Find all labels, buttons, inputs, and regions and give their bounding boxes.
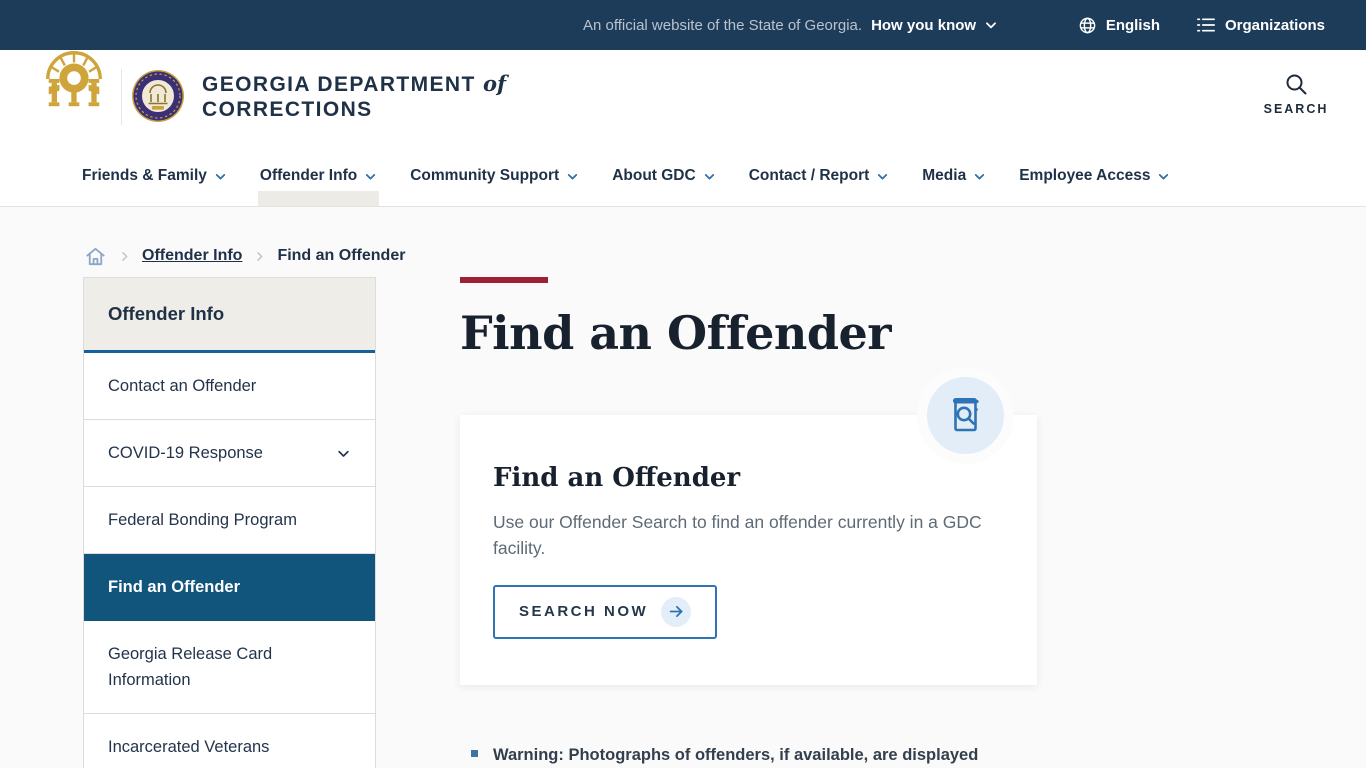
search-icon — [1284, 72, 1308, 96]
arch-logo-icon — [46, 51, 102, 107]
sidebar-item-contact-an-offender[interactable]: Contact an Offender — [84, 353, 375, 420]
nav-label: Media — [922, 167, 967, 184]
card-description: Use our Offender Search to find an offen… — [493, 511, 982, 558]
breadcrumb-separator-icon — [118, 250, 131, 263]
how-you-know-button[interactable]: How you know — [871, 17, 998, 34]
list-bullet — [471, 749, 478, 757]
main-navigation: Friends & Family Offender Info Community… — [0, 146, 1366, 207]
language-selector[interactable]: English — [1078, 16, 1160, 35]
chevron-down-icon — [1157, 170, 1170, 183]
page-title: Find an Offender — [460, 306, 892, 360]
sidebar-item-incarcerated-veterans[interactable]: Incarcerated Veterans — [84, 714, 375, 768]
warning-text: Warning: Photographs of offenders, if av… — [493, 745, 979, 764]
document-search-icon — [927, 376, 1004, 454]
nav-label: Employee Access — [1019, 167, 1151, 184]
nav-contact-report[interactable]: Contact / Report — [749, 146, 890, 206]
chevron-down-icon — [214, 170, 227, 183]
breadcrumb: Offender Info Find an Offender — [0, 207, 1366, 271]
nav-community-support[interactable]: Community Support — [410, 146, 579, 206]
sidebar-item-label: COVID-19 Response — [108, 444, 263, 462]
warning-list-item: Warning: Photographs of offenders, if av… — [460, 743, 1037, 767]
sidebar-item-label: Federal Bonding Program — [108, 511, 297, 529]
agency-name[interactable]: GEORGIA DEPARTMENT of CORRECTIONS — [202, 71, 506, 122]
breadcrumb-offender-info-link[interactable]: Offender Info — [142, 247, 242, 265]
organizations-button[interactable]: Organizations — [1196, 16, 1325, 34]
header-search-button[interactable]: SEARCH — [1263, 72, 1329, 116]
chevron-down-icon — [973, 170, 986, 183]
sidebar-item-label: Incarcerated Veterans — [108, 738, 270, 756]
sidebar-item-find-an-offender[interactable]: Find an Offender — [84, 554, 375, 621]
chevron-down-icon — [984, 18, 998, 32]
sidebar-title: Offender Info — [84, 278, 375, 353]
sidebar-item-label: Contact an Offender — [108, 377, 257, 395]
card-title: Find an Offender — [493, 462, 741, 493]
official-site-notice: An official website of the State of Geor… — [583, 0, 998, 50]
globe-icon — [1078, 16, 1097, 35]
org-list-icon — [1196, 16, 1216, 34]
sidebar-item-covid-19-response[interactable]: COVID-19 Response — [84, 420, 375, 487]
home-icon[interactable] — [84, 245, 107, 268]
nav-friends-family[interactable]: Friends & Family — [82, 146, 227, 206]
agency-line2: CORRECTIONS — [202, 98, 373, 121]
breadcrumb-current-page: Find an Offender — [277, 247, 406, 264]
department-seal — [132, 70, 184, 122]
breadcrumb-separator-icon — [253, 250, 266, 263]
search-label: SEARCH — [1263, 102, 1329, 116]
title-accent-rule — [460, 277, 548, 283]
nav-label: Contact / Report — [748, 167, 870, 184]
chevron-down-icon — [336, 446, 351, 461]
nav-label: Offender Info — [259, 167, 358, 184]
sidebar-offender-info: Offender Info Contact an Offender COVID-… — [83, 277, 376, 768]
nav-media[interactable]: Media — [922, 146, 986, 206]
nav-employee-access[interactable]: Employee Access — [1019, 146, 1170, 206]
language-label: English — [1105, 16, 1160, 34]
agency-of: of — [482, 71, 507, 96]
topbar-utility-links: English Organizations — [1078, 0, 1325, 50]
chevron-down-icon — [364, 170, 377, 183]
header-divider — [121, 69, 122, 125]
find-offender-card: Find an Offender Use our Offender Search… — [460, 376, 1037, 685]
chevron-down-icon — [566, 170, 579, 183]
chevron-down-icon — [876, 170, 889, 183]
sidebar-item-georgia-release-card[interactable]: Georgia Release Card Information — [84, 621, 375, 714]
nav-offender-info[interactable]: Offender Info — [257, 146, 380, 206]
main-column: Find an Offender Find an Offender Use ou… — [460, 277, 1037, 767]
arrow-right-icon — [661, 596, 692, 627]
nav-label: Community Support — [410, 167, 560, 184]
page-content: Offender Info Contact an Offender COVID-… — [0, 271, 1366, 768]
sidebar-item-federal-bonding-program[interactable]: Federal Bonding Program — [84, 487, 375, 554]
how-you-know-label: How you know — [871, 16, 977, 34]
organizations-label: Organizations — [1224, 16, 1325, 34]
chevron-down-icon — [703, 170, 716, 183]
official-website-text: An official website of the State of Geor… — [583, 16, 863, 34]
nav-about-gdc[interactable]: About GDC — [612, 146, 716, 206]
agency-line1: GEORGIA DEPARTMENT — [202, 73, 476, 96]
search-now-label: SEARCH NOW — [519, 603, 649, 621]
sidebar-item-label: Georgia Release Card Information — [108, 645, 273, 689]
nav-label: About GDC — [612, 167, 696, 184]
government-topbar: An official website of the State of Geor… — [0, 0, 1366, 50]
site-header: GEORGIA DEPARTMENT of CORRECTIONS SEARCH — [0, 34, 1366, 146]
nav-label: Friends & Family — [82, 167, 207, 184]
search-now-button[interactable]: SEARCH NOW — [493, 584, 718, 639]
sidebar-item-label: Find an Offender — [108, 578, 240, 596]
